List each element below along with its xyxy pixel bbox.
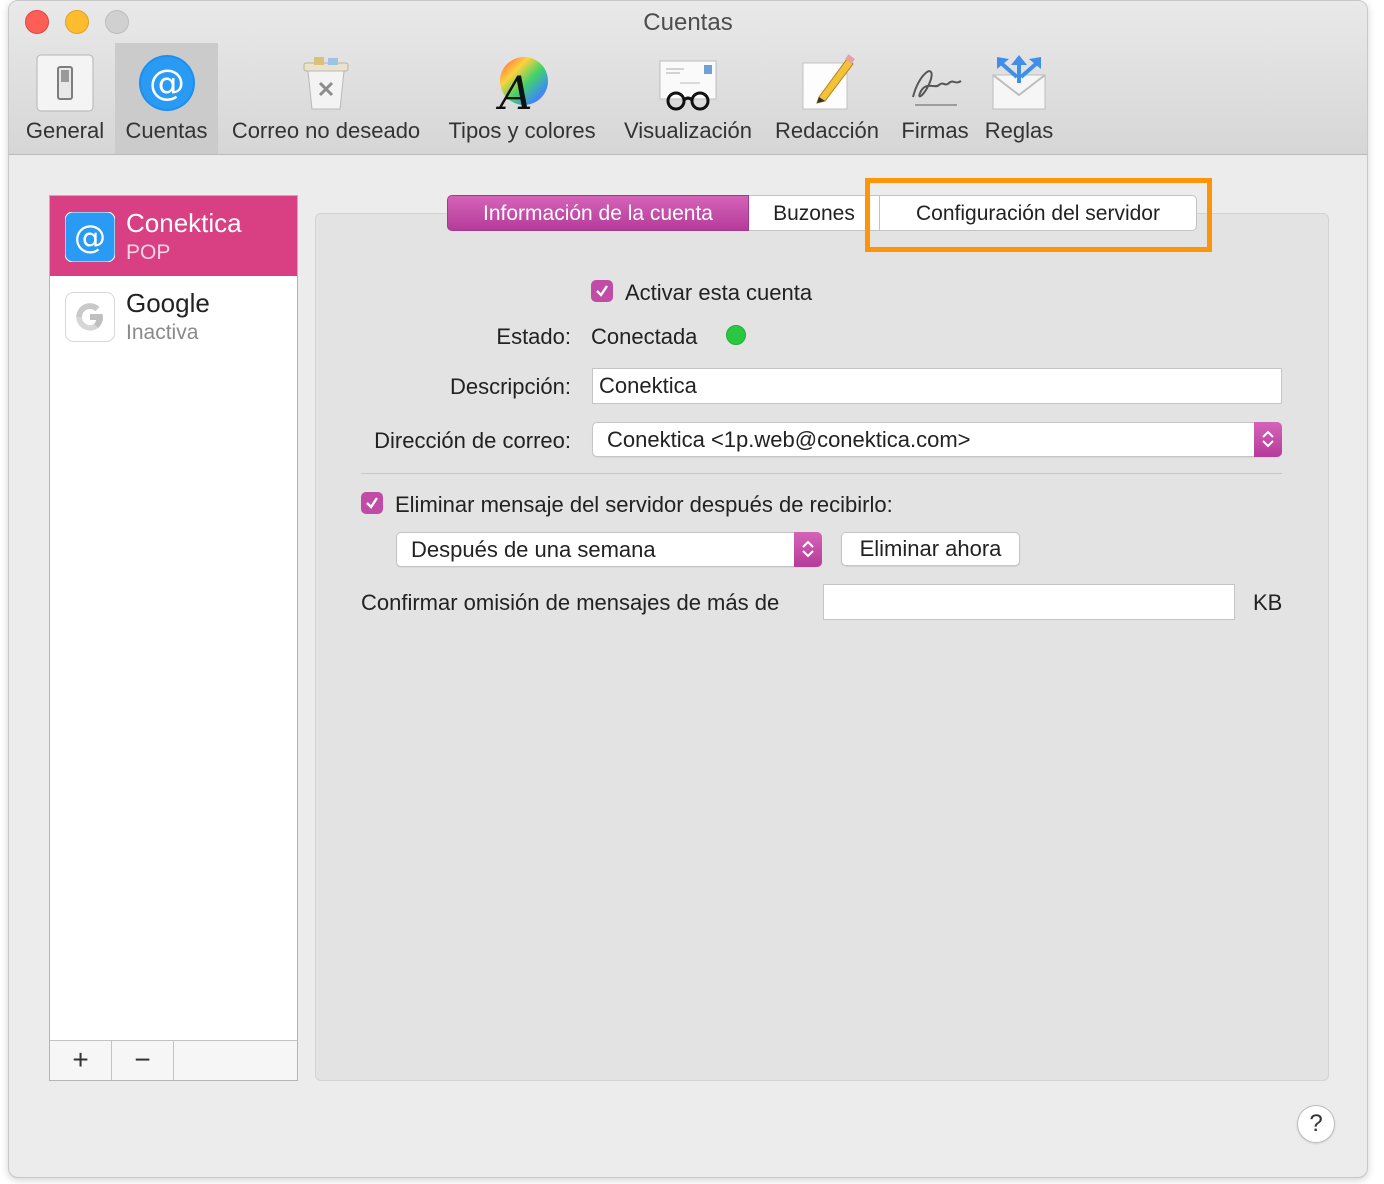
pencil-paper-icon [797,53,857,113]
skip-size-unit: KB [1253,590,1283,615]
delete-from-server-label: Eliminar mensaje del servidor después de… [395,492,893,517]
signature-icon [905,53,965,113]
junk-trash-icon [296,53,356,113]
svg-text:@: @ [149,63,185,104]
chevron-updown-icon [794,532,822,567]
google-icon [65,292,115,342]
accounts-list-footer: + − [50,1040,297,1080]
switch-icon [35,53,95,113]
delete-from-server-checkbox[interactable] [361,492,383,514]
at-sign-icon: @ [137,53,197,113]
account-name: Google [126,288,210,318]
checkmark-icon [366,497,378,509]
highlight-box [865,178,1212,252]
toolbar-firmas[interactable]: Firmas [893,43,977,154]
svg-text:A: A [495,66,532,113]
tab-informacion-cuenta[interactable]: Información de la cuenta [447,195,749,231]
toolbar-cuentas[interactable]: @ Cuentas [115,43,218,154]
help-button[interactable]: ? [1297,1105,1335,1143]
enable-account-label: Activar esta cuenta [625,280,813,305]
account-item-google[interactable]: Google Inactiva [50,276,297,356]
description-label: Descripción: [449,374,571,399]
account-item-conektica[interactable]: @ Conektica POP [50,196,297,276]
status-value: Conectada [591,324,698,349]
tab-buzones[interactable]: Buzones [749,195,879,231]
status-indicator-icon [726,325,746,345]
toolbar-tipos-y-colores[interactable]: A Tipos y colores [437,43,607,154]
skip-size-label: Confirmar omisión de mensajes de más de [361,590,780,615]
account-settings-panel [315,213,1329,1081]
toolbar: Cuentas General @ Cuentas Correo no dese… [9,1,1367,155]
separator [361,473,1282,474]
email-address-popup[interactable]: Conektica <1p.web@conektica.com> [592,422,1282,457]
enable-account-checkbox[interactable] [591,280,613,302]
delete-now-button[interactable]: Eliminar ahora [841,532,1020,566]
delete-interval-popup[interactable]: Después de una semana [396,532,822,567]
remove-account-button[interactable]: − [112,1041,174,1080]
skip-size-field[interactable] [823,584,1235,620]
account-type: Inactiva [126,321,199,344]
fonts-colors-icon: A [492,53,552,120]
email-address-value: Conektica <1p.web@conektica.com> [607,427,971,452]
status-label: Estado: [496,324,571,349]
glasses-envelope-icon [658,53,718,113]
delete-interval-value: Después de una semana [411,537,656,562]
at-sign-icon: @ [64,211,116,263]
account-type: POP [126,241,171,264]
accounts-list: @ Conektica POP Google Inactiva + − [49,195,298,1081]
svg-text:@: @ [74,218,106,256]
toolbar-redaccion[interactable]: Redacción [767,43,887,154]
rules-envelope-icon [989,53,1049,113]
account-name: Conektica [126,208,242,238]
add-account-button[interactable]: + [50,1041,112,1080]
email-label: Dirección de correo: [374,428,571,453]
toolbar-visualizacion[interactable]: Visualización [613,43,763,154]
toolbar-reglas[interactable]: Reglas [977,43,1061,154]
description-field[interactable]: Conektica [592,368,1282,404]
toolbar-correo-no-deseado[interactable]: Correo no deseado [220,43,432,154]
checkmark-icon [596,285,608,297]
preferences-window: Cuentas General @ Cuentas Correo no dese… [8,0,1368,1178]
toolbar-general[interactable]: General [17,43,113,154]
chevron-updown-icon [1254,422,1282,457]
window-title: Cuentas [643,9,733,36]
